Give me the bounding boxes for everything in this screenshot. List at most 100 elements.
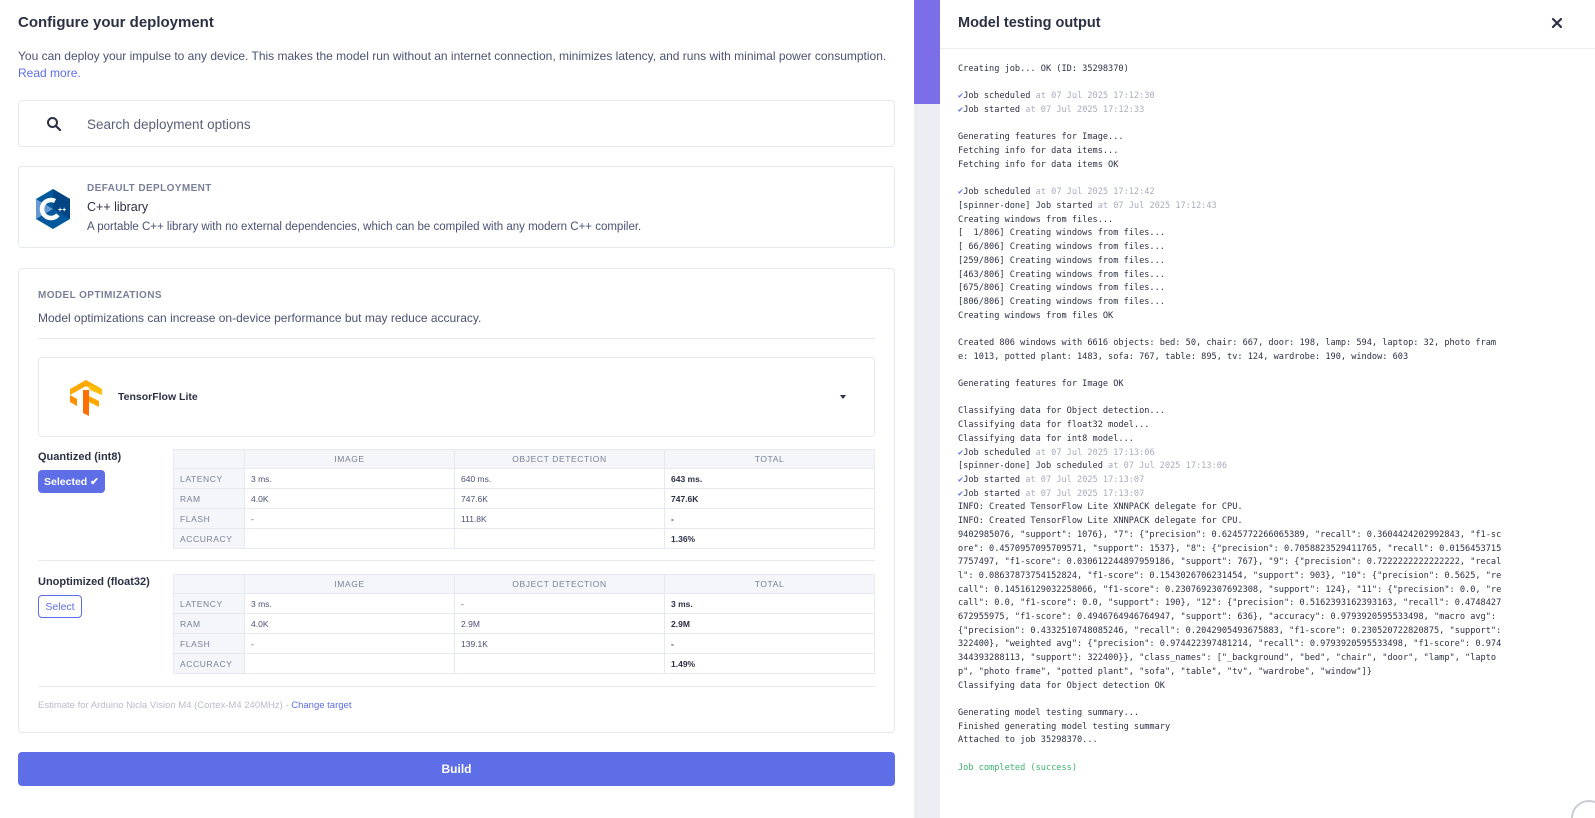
engine-dropdown[interactable]: TensorFlow Lite xyxy=(38,357,875,437)
table-row: FLASH - 139.1K - xyxy=(173,633,875,654)
search-input[interactable] xyxy=(87,111,867,137)
log-line: Classifying data for Object detection... xyxy=(958,405,1503,419)
log-line: Generating features for Image OK xyxy=(958,378,1503,392)
log-timestamp: at 07 Jul 2025 17:13:07 xyxy=(1020,475,1145,485)
log-line: Fetching info for data items OK xyxy=(958,159,1503,173)
log-line: INFO: Created TensorFlow Lite XNNPACK de… xyxy=(958,501,1503,515)
log-line: [spinner-done] Job started at 07 Jul 202… xyxy=(958,200,1503,214)
log-text: Attached to job 35298370... xyxy=(958,735,1098,746)
cell-total: 1.36% xyxy=(664,528,875,549)
engine-name: TensorFlow Lite xyxy=(118,391,198,403)
log-text: Job started xyxy=(963,488,1021,499)
default-deployment-label: DEFAULT DEPLOYMENT xyxy=(87,183,212,194)
build-button[interactable]: Build xyxy=(18,752,895,786)
log-text: [806/806] Creating windows from files... xyxy=(958,296,1165,307)
cell-image: 4.0K xyxy=(244,613,455,634)
log-timestamp: at 07 Jul 2025 17:12:33 xyxy=(1020,105,1145,116)
default-deployment-description: A portable C++ library with no external … xyxy=(87,221,642,233)
log-line: Attached to job 35298370... xyxy=(958,734,1503,748)
divider xyxy=(38,686,875,687)
log-text: Fetching info for data items OK xyxy=(958,159,1119,170)
estimate-text: Estimate for Arduino Nicla Vision M4 (Co… xyxy=(38,700,352,711)
close-icon[interactable] xyxy=(1549,15,1565,31)
log-line: Generating features for Image... xyxy=(958,131,1503,145)
log-line: [463/806] Creating windows from files... xyxy=(958,269,1503,283)
divider xyxy=(38,560,875,561)
default-deployment-title: C++ library xyxy=(87,200,149,214)
scrollbar-track[interactable] xyxy=(914,104,940,818)
table-header: OBJECT DETECTION xyxy=(454,449,665,469)
check-icon: ✔ xyxy=(90,475,99,488)
cell-image: - xyxy=(244,508,455,529)
log-line: [806/806] Creating windows from files... xyxy=(958,296,1503,310)
model-optimizations-description: Model optimizations can increase on-devi… xyxy=(38,311,482,325)
metrics-table-float32: IMAGE OBJECT DETECTION TOTAL LATENCY 3 m… xyxy=(173,574,875,674)
model-optimizations-card: MODEL OPTIMIZATIONS Model optimizations … xyxy=(18,268,895,733)
log-text: Job started xyxy=(963,475,1021,485)
intro-text: You can deploy your impulse to any devic… xyxy=(18,49,887,80)
log-line: Finished generating model testing summar… xyxy=(958,721,1503,735)
cell-total: 2.9M xyxy=(664,613,875,634)
table-row: FLASH - 111.8K - xyxy=(173,508,875,529)
log-text: Job started xyxy=(963,105,1021,116)
table-header: OBJECT DETECTION xyxy=(454,574,665,594)
log-line: Created 806 windows with 6616 objects: b… xyxy=(958,337,1503,364)
log-text: Finished generating model testing summar… xyxy=(958,721,1171,732)
log-text: [259/806] Creating windows from files... xyxy=(958,255,1165,266)
scrollbar-thumb[interactable] xyxy=(914,0,940,104)
table-header: TOTAL xyxy=(664,449,875,469)
svg-text:++: ++ xyxy=(58,207,66,214)
log-text: 9402985076, "support": 1076}, "7": {"pre… xyxy=(958,529,1507,677)
variant-name-float32: Unoptimized (float32) xyxy=(38,576,150,588)
log-line: ✔Job scheduled at 07 Jul 2025 17:12:42 xyxy=(958,186,1503,200)
cell-image: 3 ms. xyxy=(244,593,455,614)
log-timestamp: at 07 Jul 2025 17:13:06 xyxy=(1102,461,1228,472)
cell-total: 747.6K xyxy=(664,488,875,509)
default-deployment-card[interactable]: ++ DEFAULT DEPLOYMENT C++ library A port… xyxy=(18,166,895,248)
select-button[interactable]: Select xyxy=(38,595,82,618)
log-line: ✔Job started at 07 Jul 2025 17:13:07 xyxy=(958,488,1503,502)
log-line: Classifying data for float32 model... xyxy=(958,419,1503,433)
log-text: [spinner-done] Job scheduled xyxy=(958,461,1103,472)
read-more-link[interactable]: Read more. xyxy=(18,66,81,80)
row-label: ACCURACY xyxy=(173,528,245,549)
corner-spinner-icon xyxy=(1571,800,1595,818)
table-header-row: IMAGE OBJECT DETECTION TOTAL xyxy=(173,449,875,469)
table-header: IMAGE xyxy=(244,449,455,469)
log-output: Creating job... OK (ID: 35298370) ✔Job sc… xyxy=(958,63,1503,775)
cell-object-detection: 2.9M xyxy=(454,613,665,634)
cell-image xyxy=(244,528,455,549)
log-text: Job scheduled xyxy=(963,91,1031,102)
log-line: Job completed (success) xyxy=(958,762,1503,776)
log-text: Generating features for Image OK xyxy=(958,379,1124,390)
log-text: Job scheduled xyxy=(963,187,1031,198)
log-timestamp: at 07 Jul 2025 17:12:43 xyxy=(1092,200,1217,211)
chevron-down-icon xyxy=(840,395,846,399)
log-timestamp: at 07 Jul 2025 17:13:06 xyxy=(1030,447,1155,458)
tensorflow-logo-icon xyxy=(70,380,102,416)
model-testing-output-panel: Model testing output Creating job... OK … xyxy=(940,0,1595,818)
log-timestamp: at 07 Jul 2025 17:12:30 xyxy=(1030,91,1155,102)
log-text: Creating windows from files... xyxy=(958,214,1114,225)
log-text: Job completed (success) xyxy=(958,762,1077,773)
selected-button[interactable]: Selected ✔ xyxy=(38,470,105,493)
log-text: Job scheduled xyxy=(963,447,1031,458)
log-line: [259/806] Creating windows from files... xyxy=(958,255,1503,269)
log-text: Creating windows from files OK xyxy=(958,310,1114,321)
search-box xyxy=(18,100,895,147)
change-target-link[interactable]: Change target xyxy=(291,700,351,711)
table-header: IMAGE xyxy=(244,574,455,594)
cell-object-detection xyxy=(454,528,665,549)
table-row: LATENCY 3 ms. 640 ms. 643 ms. xyxy=(173,468,875,489)
table-header-blank xyxy=(173,574,245,594)
log-line: Creating windows from files... xyxy=(958,214,1503,228)
log-line: [ 1/806] Creating windows from files... xyxy=(958,227,1503,241)
log-text: Created 806 windows with 6616 objects: b… xyxy=(958,338,1497,362)
log-line: ✔Job scheduled at 07 Jul 2025 17:13:06 xyxy=(958,447,1503,461)
log-text: [ 66/806] Creating windows from files... xyxy=(958,242,1165,253)
log-text: Generating model testing summary... xyxy=(958,707,1140,718)
